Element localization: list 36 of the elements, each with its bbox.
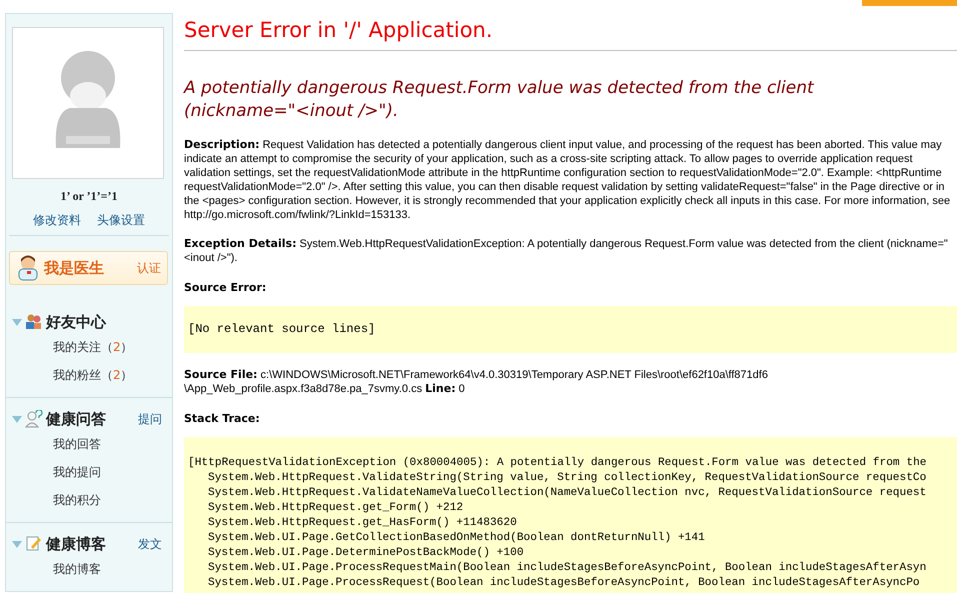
exception-details-text: Exception Details: System.Web.HttpRequestValidationException: A potentially dangerous Request.Form value was detected from the client (nickname="<inout />"). (184, 237, 949, 265)
section-label: Stack Trace: (184, 412, 261, 425)
menu-item[interactable]: 我的关注（2） (6, 333, 133, 361)
doctor-title: 我是医生 (44, 258, 105, 278)
code-line: System.Web.UI.Page.ProcessRequestMain(Boolean includeStagesBeforeAsyncPoint, Boolean includeStagesAfterAsyn (207, 561, 926, 576)
menu-item[interactable]: 我的粉丝（2） (6, 361, 133, 389)
code-line: [HttpRequestValidationException (0x80004005): A potentially dangerous Request.Form value was detected from the (188, 456, 926, 471)
page-heading: Server Error in '/' Application. (184, 18, 494, 42)
person-question-icon (25, 410, 43, 428)
section-label: Source Error: (184, 281, 268, 294)
description-text: Description: Request Validation has detected a potentially dangerous client input value, and processing of the request has been aborted. This value may indicate an attempt to compromise the security of your application, such as a cross-site scripting attack. To allow pages to override application request validation settings, set the requestValidationMode attribute in the httpRuntime configuration section to requestValidationMode="2.0". Example: <httpRuntime requestValidationMode="2.0" />. After setting this value, you can then disable request validation by setting validateRequest="false" in the Page directive or in the <pages> configuration section. However, it is strongly recommended that your application explicitly check all inputs in this case. For more information, see http://go.microsoft.com/fwlink/?LinkId=153133. (184, 138, 952, 222)
code-line: System.Web.UI.Page.ProcessRequest(Boolean includeStagesBeforeAsyncPoint, Boolean includeStagesAfterAsyncPo (207, 576, 920, 591)
menu-item[interactable]: 我的博客 (6, 555, 101, 583)
section-title: 健康博客 (46, 534, 107, 554)
code-line: System.Web.HttpRequest.ValidateNameValueCollection(NameValueCollection nvc, RequestValidationSource request (207, 486, 926, 501)
profile-link[interactable]: 修改资料 (33, 212, 81, 229)
people-icon (25, 313, 43, 331)
error-message: A potentially dangerous Request.Form value was detected from the client (nickname="<inout />"). (184, 77, 816, 123)
code-line: System.Web.HttpRequest.ValidateString(String value, String collectionKey, RequestValidationSource requestCo (207, 471, 926, 486)
profile-link[interactable]: 头像设置 (97, 212, 145, 229)
username: 1’ or ’1’=’1 (59, 189, 119, 204)
code-line: [No relevant source lines] (188, 322, 376, 337)
note-pencil-icon (25, 535, 43, 553)
code-line: System.Web.HttpRequest.get_HasForm() +11483620 (207, 516, 517, 531)
menu-item[interactable]: 我的积分 (6, 486, 101, 514)
menu-item[interactable]: 我的回答 (6, 430, 101, 458)
code-line: System.Web.UI.Page.DeterminePostBackMode() +100 (207, 546, 524, 561)
doctor-icon (16, 255, 40, 281)
source-file-text: Source File: c:\WINDOWS\Microsoft.NET\Framework64\v4.0.30319\Temporary ASP.NET Files\root\ef62f10a\ff871df6 \App_Web_profile.aspx.f3a8d78e.pa_7svmy.0.cs Line: 0 (184, 368, 769, 396)
section-action-link[interactable]: 提问 (138, 410, 162, 428)
section-title: 好友中心 (46, 312, 108, 332)
section-title: 健康问答 (46, 410, 107, 428)
code-line: System.Web.HttpRequest.get_Form() +212 (207, 501, 464, 516)
menu-item[interactable]: 我的提问 (6, 458, 101, 486)
code-line: System.Web.UI.Page.GetCollectionBasedOnMethod(Boolean dontReturnNull) +141 (207, 531, 705, 546)
section-action-link[interactable]: 发文 (138, 536, 162, 552)
